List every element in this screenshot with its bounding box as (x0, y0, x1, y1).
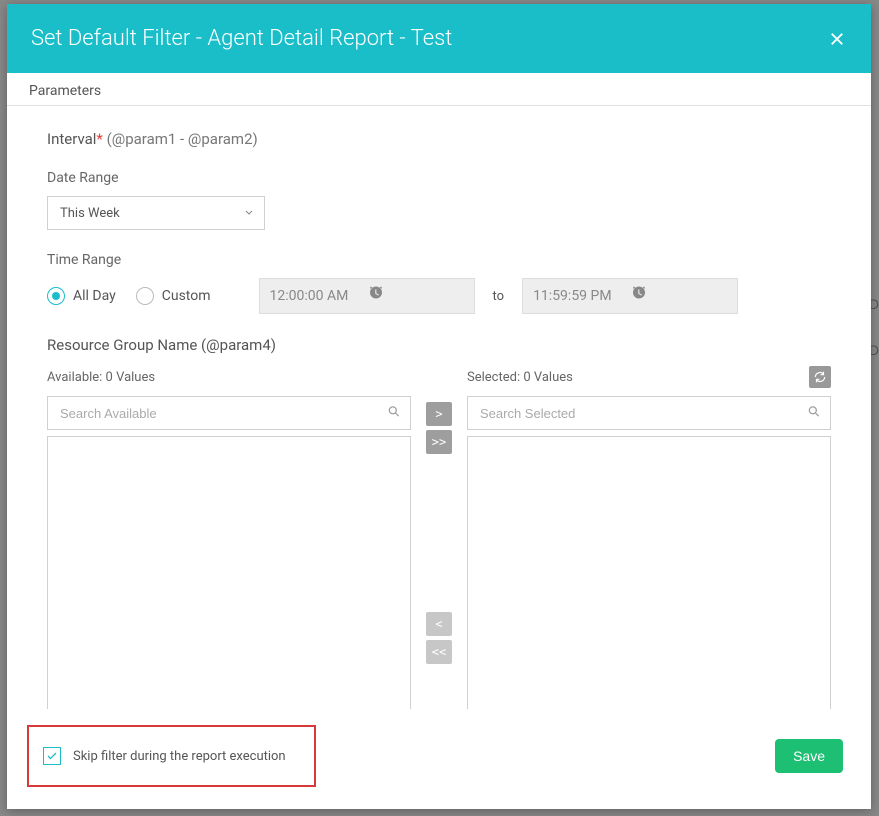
time-range-field: Time Range All Day Custom 12:00:00 A (47, 252, 831, 314)
date-range-select[interactable]: This Week (47, 196, 265, 230)
add-button[interactable]: > (426, 402, 452, 426)
resource-group-label: Resource Group Name (@param4) (47, 336, 831, 354)
interval-hint: (@param1 - @param2) (107, 130, 258, 148)
modal-title: Set Default Filter - Agent Detail Report… (31, 26, 452, 51)
search-selected-input[interactable] (467, 396, 831, 430)
modal-dialog: Set Default Filter - Agent Detail Report… (7, 4, 871, 809)
available-column: Available: 0 Values (47, 366, 411, 709)
search-icon (387, 404, 401, 423)
tab-parameters[interactable]: Parameters (29, 83, 849, 99)
radio-custom-label: Custom (162, 288, 211, 304)
radio-circle-icon (47, 287, 65, 305)
save-button[interactable]: Save (775, 739, 843, 773)
search-available-input[interactable] (47, 396, 411, 430)
time-end-value: 11:59:59 PM (533, 288, 630, 304)
radio-custom[interactable]: Custom (136, 287, 211, 305)
modal-header: Set Default Filter - Agent Detail Report… (7, 4, 871, 73)
search-icon (807, 404, 821, 423)
date-range-label: Date Range (47, 170, 831, 186)
selected-column: Selected: 0 Values (467, 366, 831, 709)
radio-circle-icon (136, 287, 154, 305)
refresh-button[interactable] (809, 366, 831, 388)
interval-field: Interval* (@param1 - @param2) (47, 130, 831, 148)
to-label: to (493, 289, 505, 304)
time-range-label: Time Range (47, 252, 831, 268)
close-button[interactable] (827, 29, 847, 49)
time-range-radio-group: All Day Custom (47, 287, 211, 305)
radio-all-day[interactable]: All Day (47, 287, 116, 305)
clock-icon (367, 285, 464, 307)
transfer-buttons: > >> < << (425, 366, 453, 664)
dual-listbox: Available: 0 Values > >> (47, 366, 831, 709)
interval-label: Interval* (@param1 - @param2) (47, 130, 831, 148)
date-range-value: This Week (47, 196, 265, 230)
selected-header: Selected: 0 Values (467, 370, 573, 385)
date-range-field: Date Range This Week (47, 170, 831, 230)
check-icon (46, 750, 58, 762)
available-list[interactable] (47, 436, 411, 709)
interval-label-text: Interval (47, 130, 96, 148)
refresh-icon (813, 370, 827, 384)
available-header: Available: 0 Values (47, 370, 155, 385)
skip-filter-checkbox[interactable] (43, 747, 61, 765)
radio-all-day-label: All Day (73, 288, 116, 304)
required-asterisk: * (96, 130, 102, 148)
section-tabs: Parameters (7, 73, 871, 106)
add-all-button[interactable]: >> (426, 430, 452, 454)
resource-group-field: Resource Group Name (@param4) Available:… (47, 336, 831, 709)
clock-icon (630, 285, 727, 307)
time-end-input: 11:59:59 PM (522, 278, 738, 314)
time-start-value: 12:00:00 AM (270, 288, 367, 304)
modal-footer: Skip filter during the report execution … (7, 709, 871, 809)
modal-body[interactable]: Interval* (@param1 - @param2) Date Range… (7, 106, 871, 709)
selected-list[interactable] (467, 436, 831, 709)
remove-button[interactable]: < (426, 612, 452, 636)
remove-all-button[interactable]: << (426, 640, 452, 664)
skip-filter-highlight: Skip filter during the report execution (27, 725, 316, 787)
skip-filter-label: Skip filter during the report execution (73, 749, 286, 764)
close-icon (828, 30, 846, 48)
time-start-input: 12:00:00 AM (259, 278, 475, 314)
